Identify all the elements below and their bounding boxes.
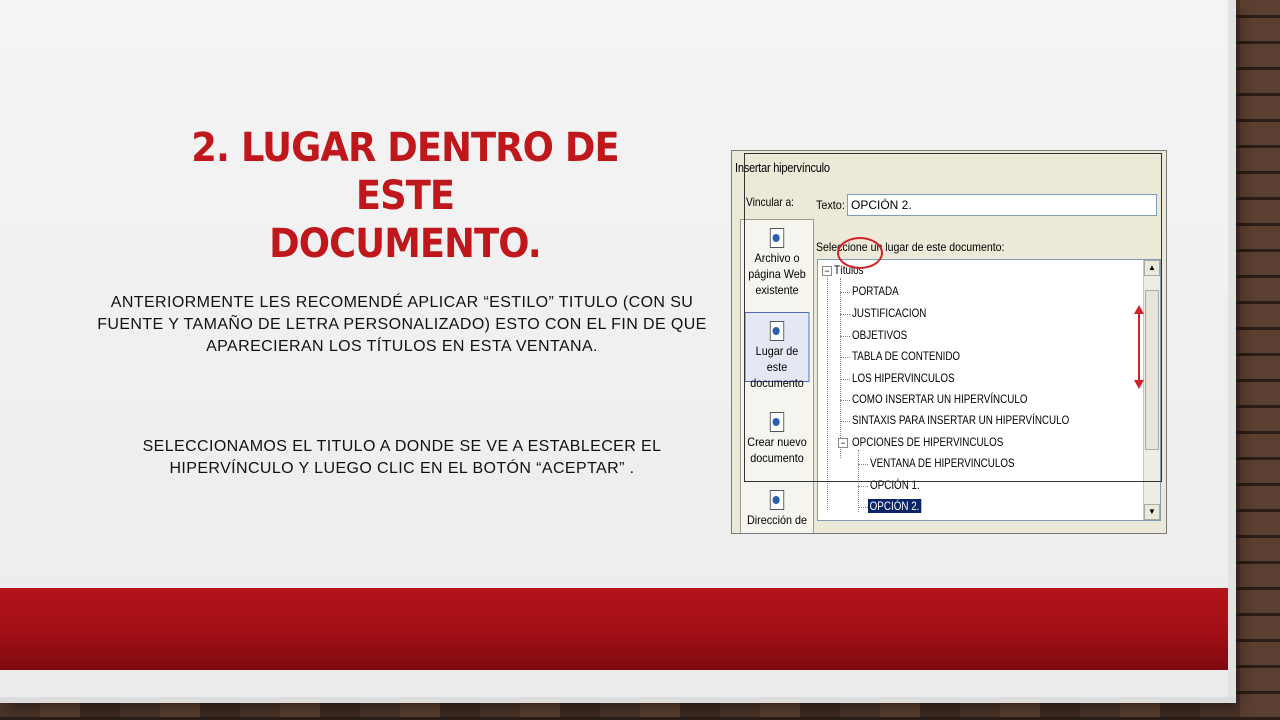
sidebar-item-label: Dirección de [746, 513, 808, 527]
tree-branch [840, 379, 850, 380]
tree-item[interactable]: OPCIÓN 1. [870, 478, 920, 492]
sidebar-item-email-address[interactable]: Dirección de [745, 490, 810, 528]
tree-branch [840, 336, 850, 337]
scroll-thumb[interactable] [1145, 290, 1159, 450]
scroll-arrow-icon [1134, 305, 1144, 389]
link-type-sidebar: Archivo o página Web existente Lugar de … [740, 219, 814, 533]
sidebar-item-label: Archivo o página Web existente [748, 251, 806, 297]
tree-branch [858, 507, 868, 508]
slide-bottom-edge [0, 697, 1236, 703]
tree-group-options[interactable]: OPCIONES DE HIPERVINCULOS [852, 435, 1003, 449]
display-text-input[interactable]: OPCIÓN 2. [847, 194, 1157, 216]
insert-hyperlink-dialog: Insertar hipervínculo Vincular a: Archiv… [731, 150, 1167, 534]
tree-item[interactable]: TABLA DE CONTENIDO [852, 349, 960, 363]
email-address-icon [769, 490, 785, 510]
link-to-label: Vincular a: [746, 195, 795, 209]
tree-branch [840, 400, 850, 401]
tree-scrollbar[interactable]: ▲ ▼ [1143, 260, 1160, 520]
tree-branch [840, 421, 850, 422]
dialog-title: Insertar hipervínculo [735, 160, 830, 175]
tree-item[interactable]: OBJETIVOS [852, 328, 907, 342]
tree-item[interactable]: JUSTIFICACION [852, 306, 926, 320]
tree-branch [840, 292, 850, 293]
tree-guide [840, 278, 841, 458]
slide-edge [1228, 0, 1236, 697]
scroll-up-icon[interactable]: ▲ [1144, 260, 1160, 276]
new-document-icon [769, 412, 785, 432]
slide-title: 2. LUGAR DENTRO DE ESTE DOCUMENTO. [143, 124, 667, 268]
tree-item[interactable]: VENTANA DE HIPERVINCULOS [870, 456, 1015, 470]
collapse-icon[interactable]: − [838, 438, 848, 448]
scroll-down-icon[interactable]: ▼ [1144, 504, 1160, 520]
web-file-icon [769, 228, 785, 248]
sidebar-item-new-document[interactable]: Crear nuevo documento [745, 412, 810, 466]
sidebar-item-place-in-document[interactable]: Lugar de este documento [744, 312, 810, 390]
tree-item-selected[interactable]: OPCIÓN 2. [868, 499, 922, 513]
tree-item[interactable]: COMO INSERTAR UN HIPERVÍNCULO [852, 392, 1028, 406]
document-place-tree[interactable]: − Títulos PORTADA JUSTIFICACION OBJETIVO… [817, 259, 1161, 521]
collapse-icon[interactable]: − [822, 266, 832, 276]
place-in-document-icon [769, 321, 785, 341]
select-place-label: Seleccione un lugar de este documento: [816, 240, 1005, 254]
tree-guide [827, 274, 828, 510]
tree-branch [858, 486, 868, 487]
tree-branch [840, 357, 850, 358]
tree-item[interactable]: SINTAXIS PARA INSERTAR UN HIPERVÍNCULO [852, 413, 1069, 427]
tree-item[interactable]: PORTADA [852, 284, 899, 298]
slide-title-line2: DOCUMENTO. [269, 221, 542, 267]
tree-guide [858, 450, 859, 512]
paragraph-1: ANTERIORMENTE LES RECOMENDÉ APLICAR “EST… [97, 294, 707, 355]
sidebar-item-label: Crear nuevo documento [747, 435, 807, 465]
sidebar-item-label: Lugar de este documento [750, 344, 804, 390]
tree-branch [840, 314, 850, 315]
tree-branch [858, 464, 868, 465]
tree-item[interactable]: LOS HIPERVINCULOS [852, 371, 955, 385]
paragraph-2: SELECCIONAMOS EL TITULO A DONDE SE VE A … [142, 438, 662, 477]
tree-root-titles[interactable]: Títulos [834, 263, 864, 277]
sidebar-item-existing-file[interactable]: Archivo o página Web existente [745, 228, 810, 298]
slide-title-line1: 2. LUGAR DENTRO DE ESTE [191, 125, 619, 219]
text-label: Texto: [816, 198, 845, 212]
footer-band [0, 588, 1228, 670]
